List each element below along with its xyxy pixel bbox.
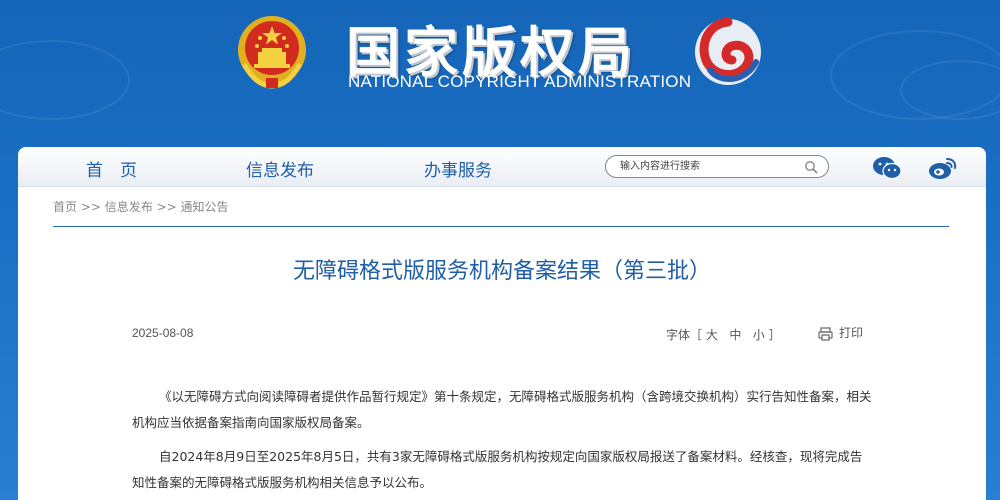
- article-title: 无障碍格式版服务机构备案结果（第三批）: [292, 259, 711, 284]
- font-size-small-option[interactable]: 小: [753, 328, 765, 342]
- breadcrumb-home-link[interactable]: 首页: [53, 200, 77, 214]
- nav-item-home[interactable]: 首 页: [86, 156, 137, 181]
- search-icon[interactable]: [804, 160, 818, 174]
- print-button[interactable]: 打印: [818, 324, 863, 341]
- breadcrumb-separator: >>: [77, 200, 105, 214]
- font-size-selector: 字体［ 大 中 小 ］: [666, 326, 781, 343]
- breadcrumb-section-link[interactable]: 信息发布: [105, 200, 153, 214]
- copyright-swirl-logo-icon: [695, 17, 761, 85]
- nav-item-services[interactable]: 办事服务: [424, 156, 492, 181]
- print-label: 打印: [839, 326, 864, 340]
- national-emblem-icon: [238, 16, 306, 89]
- article-paragraph: 《以无障碍方式向阅读障碍者提供作品暂行规定》第十条规定，无障碍格式版服务机构（含…: [132, 389, 872, 430]
- site-header: 国家版权局 NATIONAL COPYRIGHT ADMINISTRATION: [0, 0, 1000, 148]
- article-paragraph: 自2024年8月9日至2025年8月5日，共有3家无障碍格式版服务机构按规定向国…: [132, 449, 863, 490]
- breadcrumb-divider: [53, 226, 949, 227]
- site-title-english: NATIONAL COPYRIGHT ADMINISTRATION: [348, 72, 692, 91]
- breadcrumb: 首页 >> 信息发布 >> 通知公告: [53, 198, 229, 215]
- printer-icon: [818, 326, 833, 341]
- content-card: 首 页 信息发布 办事服务 首页 >> 信息发布 >> 通知公告: [18, 147, 986, 500]
- font-size-large-option[interactable]: 大: [706, 328, 718, 342]
- font-size-medium-option[interactable]: 中: [729, 328, 741, 342]
- search-input[interactable]: [620, 159, 790, 174]
- main-nav: 首 页 信息发布 办事服务: [18, 147, 986, 187]
- wechat-icon[interactable]: [872, 155, 902, 181]
- weibo-icon[interactable]: [927, 155, 957, 181]
- font-size-close-bracket: ］: [768, 328, 781, 342]
- nav-item-info-release[interactable]: 信息发布: [246, 156, 314, 181]
- font-size-label: 字体［: [666, 328, 703, 342]
- breadcrumb-separator: >>: [152, 200, 181, 214]
- breadcrumb-current-link[interactable]: 通知公告: [181, 200, 229, 214]
- search-box: [605, 155, 829, 178]
- article-date: 2025-08-08: [132, 326, 194, 340]
